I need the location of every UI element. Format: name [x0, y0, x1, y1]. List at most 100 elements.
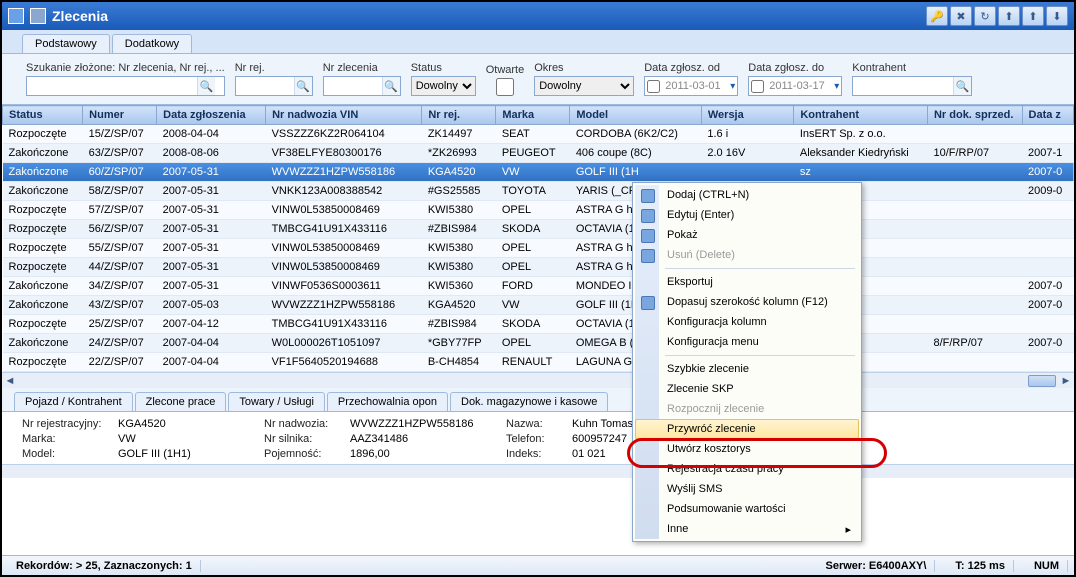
detail-tab[interactable]: Dok. magazynowe i kasowe: [450, 392, 608, 411]
search-icon[interactable]: 🔍: [197, 77, 215, 95]
column-header[interactable]: Model: [570, 106, 702, 125]
search-icon[interactable]: 🔍: [953, 77, 971, 95]
open-checkbox[interactable]: [486, 78, 525, 96]
date-to-input[interactable]: ▾: [748, 76, 842, 96]
scroll-left-icon[interactable]: ◄: [2, 375, 18, 387]
detail-marka-label: Marka:: [22, 433, 112, 445]
column-header[interactable]: Marka: [496, 106, 570, 125]
context-menu-item[interactable]: Dopasuj szerokość kolumn (F12): [635, 292, 859, 312]
context-menu-item[interactable]: Eksportuj: [635, 272, 859, 292]
grid-header[interactable]: StatusNumerData zgłoszeniaNr nadwozia VI…: [3, 106, 1074, 125]
tab-podstawowy[interactable]: Podstawowy: [22, 34, 110, 53]
kontrahent-label: Kontrahent: [852, 62, 972, 74]
status-server: Serwer: E6400AXY\: [818, 560, 936, 572]
context-menu-item[interactable]: Utwórz kosztorys: [635, 439, 859, 459]
detail-tab[interactable]: Zlecone prace: [135, 392, 227, 411]
tool-export-icon[interactable]: ⬆: [998, 6, 1020, 26]
context-menu-item[interactable]: Pokaż: [635, 225, 859, 245]
chevron-down-icon[interactable]: ▾: [834, 81, 839, 92]
detail-scrollbar[interactable]: [2, 464, 1074, 478]
detail-tab[interactable]: Przechowalnia opon: [327, 392, 448, 411]
window-title: Zlecenia: [52, 8, 926, 24]
table-row[interactable]: Zakończone58/Z/SP/072007-05-31VNKK123A00…: [3, 182, 1074, 201]
context-menu-item[interactable]: Inne▸: [635, 519, 859, 539]
table-row[interactable]: Rozpoczęte25/Z/SP/072007-04-12TMBCG41U91…: [3, 315, 1074, 334]
column-header[interactable]: Nr nadwozia VIN: [266, 106, 422, 125]
context-menu: Dodaj (CTRL+N)Edytuj (Enter)PokażUsuń (D…: [632, 182, 862, 542]
column-header[interactable]: Data zgłoszenia: [157, 106, 266, 125]
table-row[interactable]: Zakończone60/Z/SP/072007-05-31WVWZZZ1HZP…: [3, 163, 1074, 182]
okres-select[interactable]: Dowolny: [534, 76, 634, 96]
tool-settings-icon[interactable]: ✖: [950, 6, 972, 26]
context-menu-item[interactable]: Zlecenie SKP: [635, 379, 859, 399]
search-icon[interactable]: 🔍: [382, 77, 400, 95]
chevron-down-icon[interactable]: ▾: [730, 81, 735, 92]
tab-dodatkowy[interactable]: Dodatkowy: [112, 34, 192, 53]
detail-poj-label: Pojemność:: [264, 448, 344, 460]
date-from-input[interactable]: ▾: [644, 76, 738, 96]
nrzlec-input[interactable]: [324, 77, 382, 95]
table-row[interactable]: Zakończone34/Z/SP/072007-05-31VINWF0536S…: [3, 277, 1074, 296]
detail-tab[interactable]: Pojazd / Kontrahent: [14, 392, 133, 411]
detail-idx-label: Indeks:: [506, 448, 566, 460]
context-menu-item[interactable]: Rejestracja czasu pracy: [635, 459, 859, 479]
column-header[interactable]: Nr rej.: [422, 106, 496, 125]
scroll-thumb[interactable]: [1028, 375, 1056, 387]
column-header[interactable]: Numer: [83, 106, 157, 125]
context-menu-item[interactable]: Wyślij SMS: [635, 479, 859, 499]
column-header[interactable]: Wersja: [701, 106, 794, 125]
table-row[interactable]: Rozpoczęte44/Z/SP/072007-05-31VINW0L5385…: [3, 258, 1074, 277]
column-header[interactable]: Status: [3, 106, 83, 125]
detail-tab[interactable]: Towary / Usługi: [228, 392, 325, 411]
context-menu-item[interactable]: Szybkie zlecenie: [635, 359, 859, 379]
context-menu-item[interactable]: Konfiguracja kolumn: [635, 312, 859, 332]
multi-search-input[interactable]: [27, 77, 197, 95]
menu-item-icon: [641, 229, 655, 243]
tool-key-icon[interactable]: 🔑: [926, 6, 948, 26]
context-menu-item[interactable]: Podsumowanie wartości: [635, 499, 859, 519]
detail-tabs: Pojazd / KontrahentZlecone praceTowary /…: [2, 388, 1074, 411]
menu-item-icon: [641, 296, 655, 310]
detail-pane: Nr rejestracyjny: KGA4520 Nr nadwozia: W…: [2, 411, 1074, 464]
context-menu-item[interactable]: Przywróć zlecenie: [635, 419, 859, 439]
search-icon[interactable]: 🔍: [294, 77, 312, 95]
filter-bar: Szukanie złożone: Nr zlecenia, Nr rej., …: [2, 54, 1074, 105]
table-row[interactable]: Rozpoczęte56/Z/SP/072007-05-31TMBCG41U91…: [3, 220, 1074, 239]
horizontal-scrollbar[interactable]: ◄ ►: [2, 372, 1074, 388]
detail-marka-value: VW: [118, 433, 258, 445]
context-menu-item[interactable]: Konfiguracja menu: [635, 332, 859, 352]
column-header[interactable]: Nr dok. sprzed.: [927, 106, 1022, 125]
detail-model-value: GOLF III (1H1): [118, 448, 258, 460]
detail-silnik-label: Nr silnika:: [264, 433, 344, 445]
context-menu-item[interactable]: Edytuj (Enter): [635, 205, 859, 225]
table-row[interactable]: Rozpoczęte22/Z/SP/072007-04-04VF1F564052…: [3, 353, 1074, 372]
tool-refresh-icon[interactable]: ↻: [974, 6, 996, 26]
table-row[interactable]: Zakończone63/Z/SP/072008-08-06VF38ELFYE8…: [3, 144, 1074, 163]
table-row[interactable]: Zakończone43/Z/SP/072007-05-03WVWZZZ1HZP…: [3, 296, 1074, 315]
kontrahent-input[interactable]: [853, 77, 953, 95]
scroll-right-icon[interactable]: ►: [1058, 375, 1074, 387]
table-row[interactable]: Rozpoczęte15/Z/SP/072008-04-04VSSZZZ6KZ2…: [3, 125, 1074, 144]
column-header[interactable]: Kontrahent: [794, 106, 928, 125]
detail-nadwozia-label: Nr nadwozia:: [264, 418, 344, 430]
title-bar: Zlecenia 🔑 ✖ ↻ ⬆ ⬆ ⬇: [2, 2, 1074, 30]
status-select[interactable]: Dowolny: [411, 76, 476, 96]
main-tabs: Podstawowy Dodatkowy: [2, 30, 1074, 54]
context-menu-item[interactable]: Dodaj (CTRL+N): [635, 185, 859, 205]
table-row[interactable]: Rozpoczęte55/Z/SP/072007-05-31VINW0L5385…: [3, 239, 1074, 258]
status-bar: Rekordów: > 25, Zaznaczonych: 1 Serwer: …: [2, 555, 1074, 575]
tool-down-icon[interactable]: ⬇: [1046, 6, 1068, 26]
table-row[interactable]: Zakończone24/Z/SP/072007-04-04W0L000026T…: [3, 334, 1074, 353]
status-records: Rekordów: > 25, Zaznaczonych: 1: [8, 560, 201, 572]
tool-up-icon[interactable]: ⬆: [1022, 6, 1044, 26]
menu-item-icon: [641, 249, 655, 263]
nrrej-input[interactable]: [236, 77, 294, 95]
menu-item-icon: [641, 209, 655, 223]
detail-model-label: Model:: [22, 448, 112, 460]
column-header[interactable]: Data z: [1022, 106, 1073, 125]
detail-poj-value: 1896,00: [350, 448, 500, 460]
status-time: T: 125 ms: [947, 560, 1014, 572]
table-row[interactable]: Rozpoczęte57/Z/SP/072007-05-31VINW0L5385…: [3, 201, 1074, 220]
okres-label: Okres: [534, 62, 634, 74]
detail-tel-label: Telefon:: [506, 433, 566, 445]
